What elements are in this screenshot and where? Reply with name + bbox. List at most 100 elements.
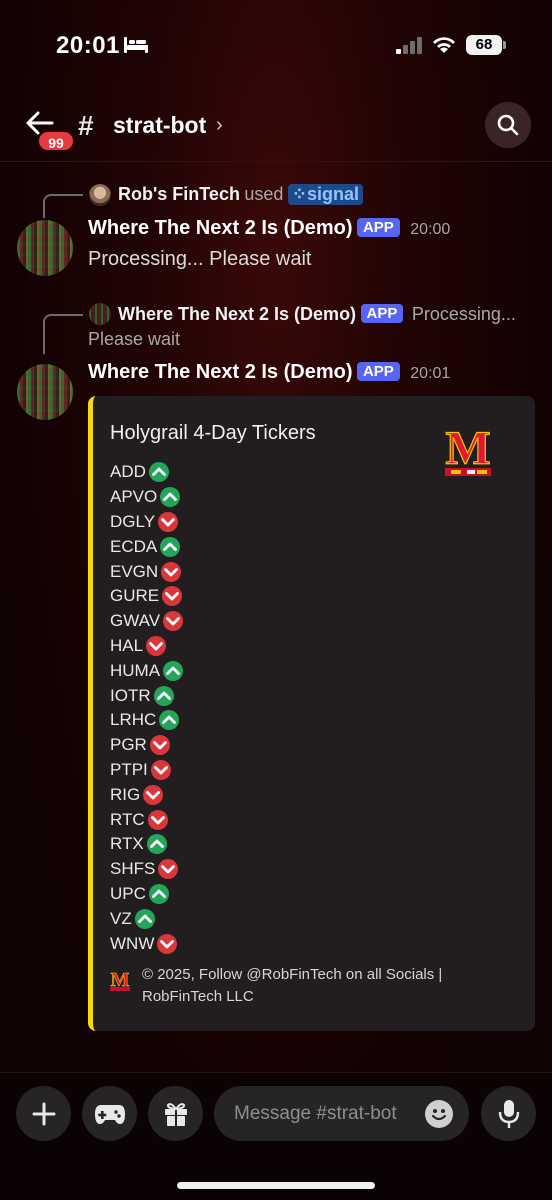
- message-author[interactable]: Where The Next 2 Is (Demo): [88, 217, 353, 239]
- ticker-row: HAL: [110, 634, 183, 659]
- chevron-down-icon: [150, 759, 171, 780]
- message-timestamp: 20:00: [410, 221, 451, 238]
- app-badge: APP: [356, 362, 400, 381]
- ticker-symbol: IOTR: [110, 685, 151, 705]
- reply-author-avatar[interactable]: [89, 303, 111, 325]
- add-attachment-button[interactable]: [16, 1086, 71, 1141]
- ticker-row: GWAV: [110, 609, 184, 634]
- ticker-row: LRHC: [110, 708, 183, 733]
- ticker-row: VZ: [110, 906, 183, 931]
- reply-author: Where The Next 2 Is (Demo): [118, 304, 357, 324]
- ticker-row: IOTR: [110, 683, 183, 708]
- chevron-down-icon: [162, 586, 183, 607]
- ticker-symbol: RIG: [110, 784, 141, 804]
- ticker-symbol: UPC: [110, 883, 146, 903]
- ticker-row: GURE: [110, 584, 183, 609]
- interaction-user-name: Rob's FinTech: [118, 184, 240, 204]
- activities-button[interactable]: [82, 1086, 137, 1141]
- chevron-up-icon: [153, 685, 174, 706]
- chevron-down-icon: [163, 611, 184, 632]
- status-time: 20:01: [56, 32, 120, 59]
- ticker-symbol: HUMA: [110, 660, 161, 680]
- ticker-symbol: WNW: [110, 933, 155, 953]
- wifi-icon: [433, 37, 455, 53]
- ticker-row: SHFS: [110, 857, 183, 882]
- app-badge: APP: [356, 218, 400, 237]
- unread-count-badge: 99: [37, 130, 75, 152]
- plus-icon: [32, 1102, 55, 1125]
- footer-line-1: © 2025, Follow @RobFinTech on all Social…: [142, 966, 443, 983]
- message-text: Processing... Please wait: [88, 248, 312, 270]
- ticker-symbol: GURE: [110, 586, 160, 606]
- ticker-row: UPC: [110, 882, 183, 907]
- ticker-symbol: VZ: [110, 908, 132, 928]
- ticker-embed: Holygrail 4-Day Tickers M ADD APVO DGLY ECD…: [88, 396, 535, 1031]
- ticker-row: WNW: [110, 931, 183, 956]
- ticker-symbol: PGR: [110, 735, 147, 755]
- search-button[interactable]: [485, 102, 531, 148]
- ticker-row: ECDA: [110, 534, 183, 559]
- ticker-symbol: LRHC: [110, 710, 157, 730]
- message-header: Where The Next 2 Is (Demo) APP 20:00: [88, 217, 450, 240]
- maryland-m-logo[interactable]: M: [445, 422, 491, 478]
- embed-footer: M © 2025, Follow @RobFinTech on all Soci…: [110, 964, 492, 1008]
- gift-button[interactable]: [148, 1086, 203, 1141]
- embed-title: Holygrail 4-Day Tickers: [110, 422, 316, 444]
- ticker-row: EVGN: [110, 559, 183, 584]
- bed-icon: [124, 37, 148, 53]
- command-name: signal: [307, 184, 360, 204]
- chevron-up-icon: [146, 834, 167, 855]
- ticker-symbol: SHFS: [110, 859, 156, 879]
- ticker-symbol: GWAV: [110, 611, 161, 631]
- ticker-symbol: ADD: [110, 462, 146, 482]
- chevron-down-icon: [143, 784, 164, 805]
- gift-icon: [164, 1102, 187, 1126]
- status-bar: 20:01 68: [0, 0, 552, 90]
- ticker-symbol: ECDA: [110, 536, 158, 556]
- home-indicator: [177, 1182, 375, 1189]
- ticker-row: HUMA: [110, 658, 184, 683]
- battery-tip: [503, 41, 506, 49]
- ticker-symbol: PTPI: [110, 759, 148, 779]
- chevron-up-icon: [160, 536, 181, 557]
- search-icon: [497, 114, 519, 136]
- chevron-down-icon: [161, 561, 182, 582]
- ticker-row: PGR: [110, 733, 183, 758]
- ticker-row: RTC: [110, 807, 183, 832]
- chevron-up-icon: [148, 462, 169, 483]
- bot-avatar[interactable]: [17, 364, 73, 420]
- ticker-symbol: EVGN: [110, 561, 159, 581]
- chevron-right-icon[interactable]: ›: [216, 114, 223, 137]
- ticker-symbol: DGLY: [110, 511, 156, 531]
- footer-logo-icon: M: [110, 969, 130, 991]
- hash-icon: #: [78, 110, 94, 141]
- interaction-connector: [43, 194, 83, 218]
- voice-message-button[interactable]: [481, 1086, 536, 1141]
- interaction-reference[interactable]: Rob's FinTech used ⁘signal: [118, 184, 364, 205]
- ticker-row: PTPI: [110, 758, 183, 783]
- ticker-row: ADD: [110, 460, 183, 485]
- smiley-icon: [431, 1109, 447, 1121]
- reply-connector: [43, 314, 83, 354]
- emoji-button[interactable]: [425, 1100, 453, 1128]
- chevron-up-icon: [134, 908, 155, 929]
- svg-text:M: M: [111, 969, 130, 991]
- reply-app-badge: APP: [360, 304, 404, 323]
- gamepad-icon: [94, 1104, 125, 1124]
- chevron-down-icon: [158, 859, 179, 880]
- channel-title[interactable]: strat-bot: [113, 112, 206, 139]
- message-author[interactable]: Where The Next 2 Is (Demo): [88, 361, 353, 383]
- message-header: Where The Next 2 Is (Demo) APP 20:01: [88, 361, 450, 384]
- slash-command-pill[interactable]: ⁘signal: [287, 184, 364, 205]
- ticker-symbol: RTX: [110, 834, 144, 854]
- bot-avatar[interactable]: [17, 220, 73, 276]
- reply-preview-continued[interactable]: Please wait: [88, 329, 180, 350]
- chevron-up-icon: [160, 487, 181, 508]
- chevron-down-icon: [149, 735, 170, 756]
- interaction-user-avatar[interactable]: [89, 184, 111, 206]
- footer-line-2: RobFinTech LLC: [142, 988, 254, 1005]
- ticker-list: ADD APVO DGLY ECDA EVGN GURE GWAV HAL HUMA IOTR LR…: [110, 460, 184, 956]
- reply-reference[interactable]: Where The Next 2 Is (Demo) APP Processin…: [118, 304, 516, 325]
- composer-bar: [0, 1072, 552, 1200]
- cellular-signal-icon: [396, 37, 422, 54]
